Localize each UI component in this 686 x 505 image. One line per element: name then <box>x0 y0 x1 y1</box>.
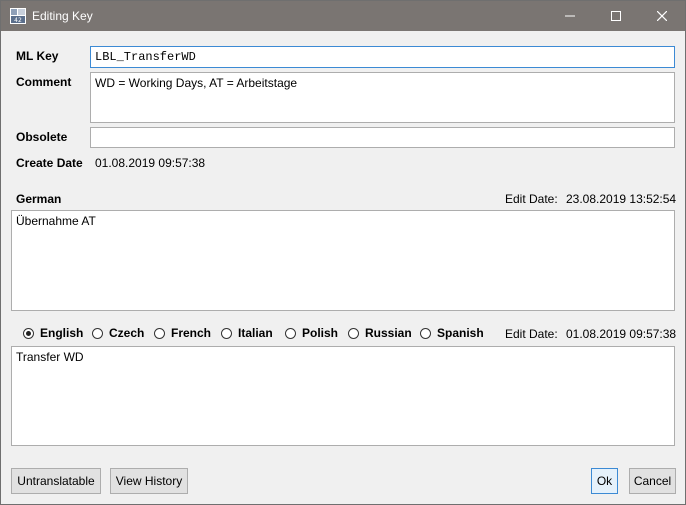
radio-french-label: French <box>171 326 212 340</box>
view-history-button[interactable]: View History <box>110 468 188 494</box>
dialog-content: ML Key LBL_TransferWD Comment WD = Worki… <box>1 31 685 504</box>
translation-edit-date-label: Edit Date: <box>505 327 558 341</box>
comment-label: Comment <box>16 75 72 89</box>
radio-russian-label: Russian <box>365 326 412 340</box>
untranslatable-button[interactable]: Untranslatable <box>11 468 101 494</box>
radio-italian[interactable]: Italian <box>221 326 273 340</box>
maximize-button[interactable] <box>593 1 639 31</box>
close-icon <box>657 11 667 21</box>
german-edit-date-value: 23.08.2019 13:52:54 <box>566 192 677 206</box>
radio-russian[interactable]: Russian <box>348 326 412 340</box>
ml-key-value: LBL_TransferWD <box>95 50 196 64</box>
german-label: German <box>16 192 62 206</box>
radio-english[interactable]: English <box>23 326 83 340</box>
radio-unchecked-icon <box>285 327 296 339</box>
ok-button[interactable]: Ok <box>591 468 618 494</box>
cancel-button[interactable]: Cancel <box>629 468 676 494</box>
translation-edit-date-value: 01.08.2019 09:57:38 <box>566 327 677 341</box>
obsolete-input[interactable] <box>90 127 675 148</box>
radio-unchecked-icon <box>92 327 103 339</box>
radio-polish[interactable]: Polish <box>285 326 338 340</box>
radio-french[interactable]: French <box>154 326 211 340</box>
german-edit-date-label: Edit Date: <box>505 192 558 206</box>
svg-text:42: 42 <box>14 17 22 24</box>
radio-unchecked-icon <box>420 327 431 339</box>
german-text: Übernahme AT <box>16 214 96 228</box>
german-text-area[interactable]: Übernahme AT <box>11 210 675 311</box>
close-button[interactable] <box>639 1 685 31</box>
radio-unchecked-icon <box>221 327 232 339</box>
title-bar[interactable]: 42 Editing Key <box>1 1 685 31</box>
maximize-icon <box>611 11 621 21</box>
obsolete-label: Obsolete <box>16 130 68 144</box>
translation-text: Transfer WD <box>16 350 84 364</box>
comment-textarea[interactable]: WD = Working Days, AT = Arbeitstage <box>90 72 675 123</box>
radio-unchecked-icon <box>348 327 359 339</box>
create-date-value: 01.08.2019 09:57:38 <box>95 156 206 170</box>
create-date-label: Create Date <box>16 156 83 170</box>
ml-key-label: ML Key <box>16 49 59 63</box>
radio-spanish-label: Spanish <box>437 326 484 340</box>
app-icon: 42 <box>10 8 26 24</box>
radio-checked-icon <box>23 327 34 339</box>
comment-value: WD = Working Days, AT = Arbeitstage <box>95 76 298 90</box>
minimize-button[interactable] <box>547 1 593 31</box>
radio-polish-label: Polish <box>302 326 339 340</box>
ml-key-input[interactable]: LBL_TransferWD <box>90 46 675 68</box>
radio-italian-label: Italian <box>238 326 273 340</box>
radio-spanish[interactable]: Spanish <box>420 326 484 340</box>
window-title: Editing Key <box>32 9 93 23</box>
editing-key-window: 42 Editing Key ML Key LBL_TransferWD Com… <box>0 0 686 505</box>
translation-text-area[interactable]: Transfer WD <box>11 346 675 446</box>
radio-czech[interactable]: Czech <box>92 326 144 340</box>
minimize-icon <box>565 15 575 17</box>
radio-english-label: English <box>40 326 84 340</box>
radio-czech-label: Czech <box>109 326 145 340</box>
radio-unchecked-icon <box>154 327 165 339</box>
